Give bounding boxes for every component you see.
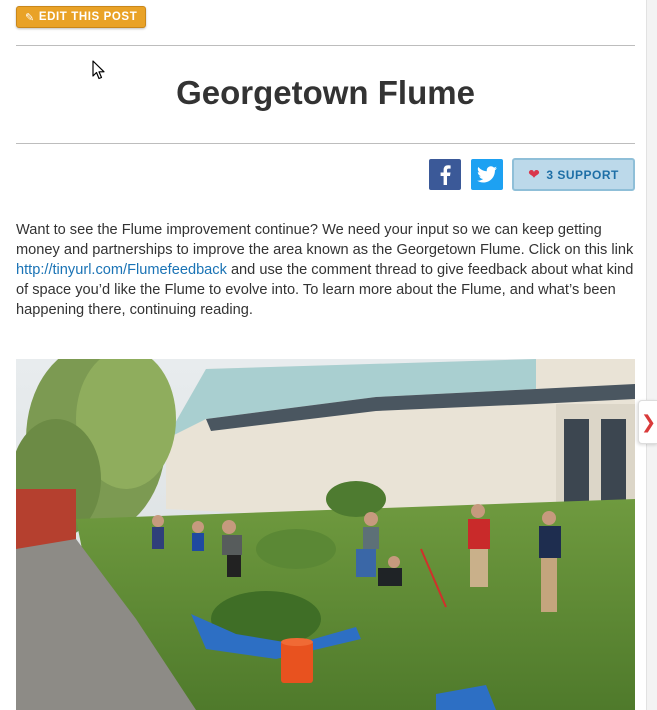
heart-icon: ❤ <box>528 166 541 182</box>
title-top-divider <box>16 45 635 46</box>
pencil-icon: ✎ <box>25 11 35 24</box>
twitter-share-button[interactable] <box>471 159 503 190</box>
page-edge-strip <box>646 0 657 710</box>
post-title: Georgetown Flume <box>176 74 475 111</box>
edit-post-label: EDIT THIS POST <box>38 11 138 23</box>
support-count-label: 3 SUPPORT <box>546 167 619 182</box>
feedback-link[interactable]: http://tinyurl.com/Flumefeedback <box>16 262 227 278</box>
body-text-intro: Want to see the Flume improvement contin… <box>16 222 634 258</box>
volunteers-cleanup-photo <box>16 359 635 710</box>
support-button[interactable]: ❤ 3 SUPPORT <box>512 158 635 191</box>
facebook-icon <box>440 164 451 185</box>
next-post-tab[interactable]: ❯ <box>638 400 657 444</box>
edit-post-button[interactable]: ✎ EDIT THIS POST <box>16 6 147 28</box>
facebook-share-button[interactable] <box>429 159 461 190</box>
twitter-icon <box>477 166 497 183</box>
post-photo <box>16 359 635 710</box>
title-bottom-divider <box>16 143 635 144</box>
chevron-right-icon: ❯ <box>640 411 657 432</box>
post-body: Want to see the Flume improvement contin… <box>16 220 638 320</box>
